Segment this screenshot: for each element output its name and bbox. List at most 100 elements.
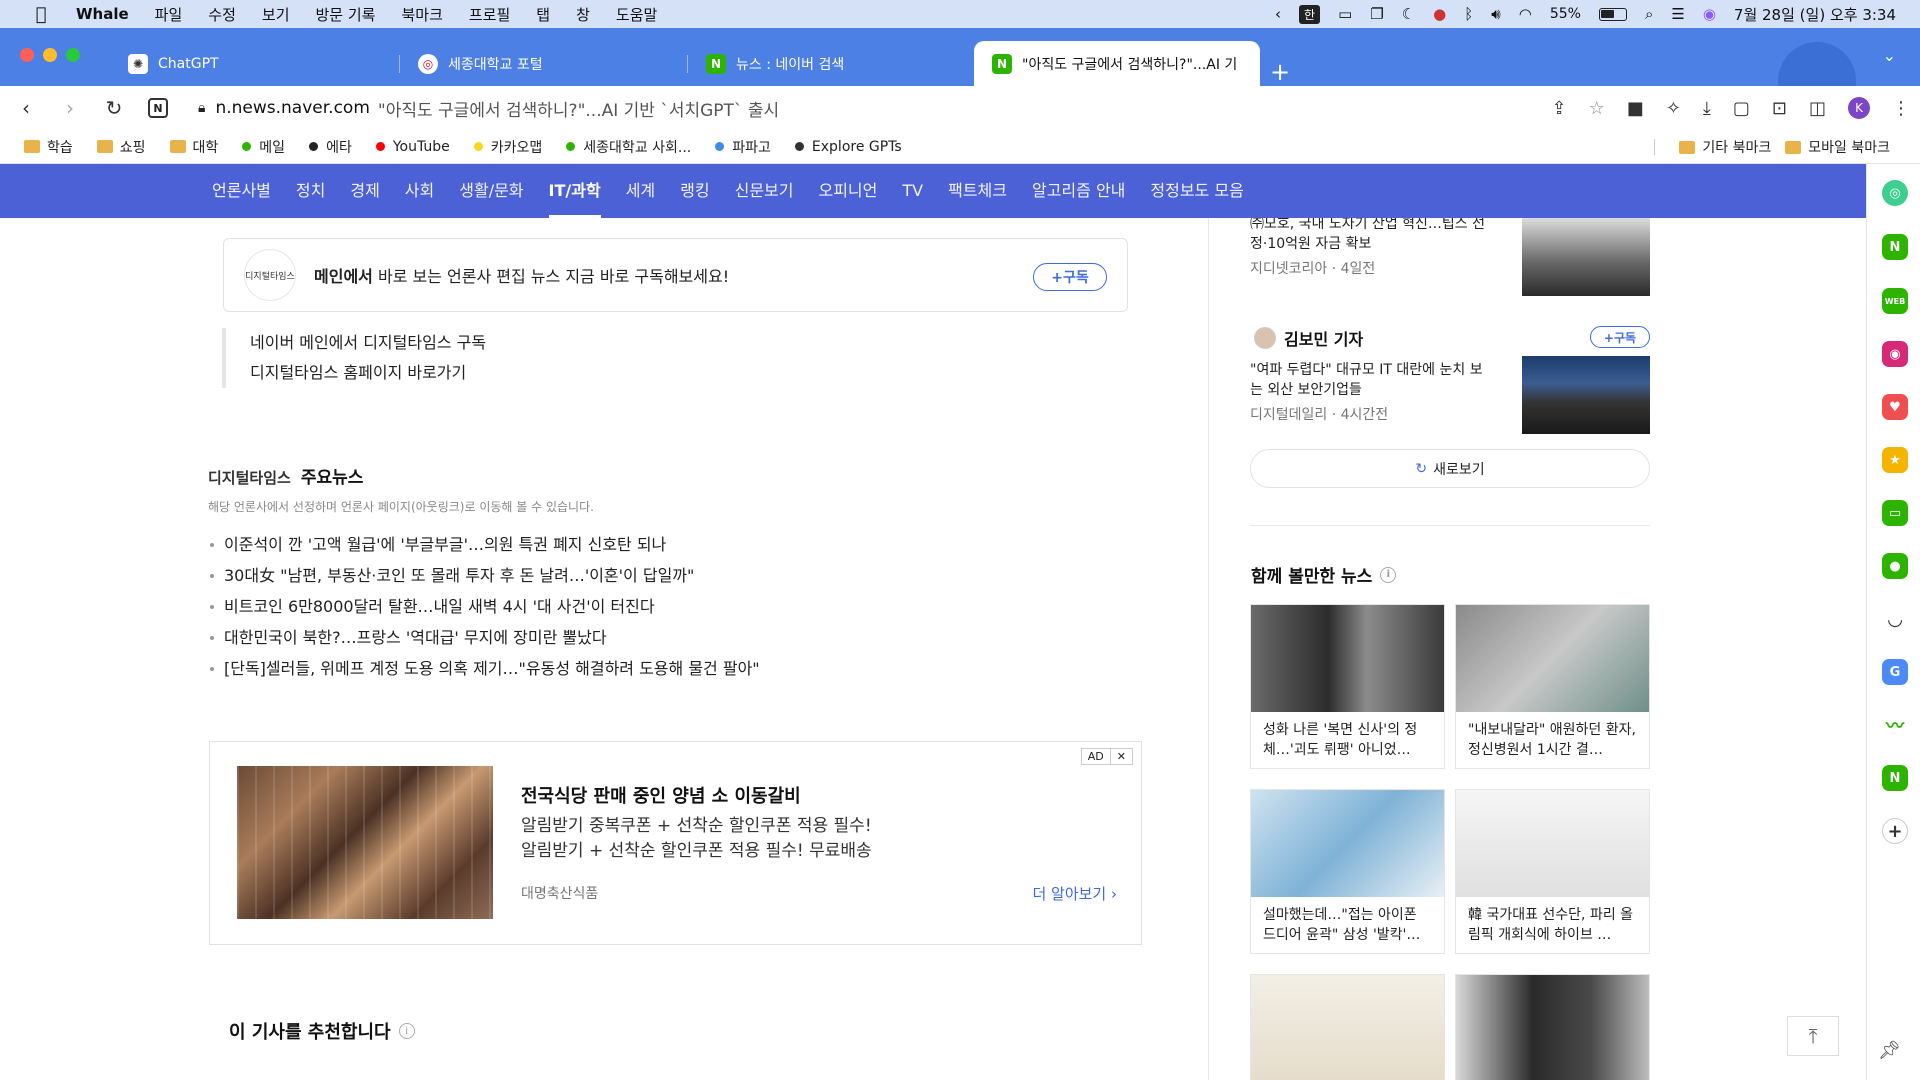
- menu-edit[interactable]: 수정: [208, 4, 236, 25]
- siri-icon[interactable]: ◉: [1703, 5, 1716, 23]
- menu-bookmarks[interactable]: 북마크: [401, 4, 442, 25]
- nav-press[interactable]: 언론사별: [212, 164, 271, 218]
- reporter-name[interactable]: 김보민 기자: [1284, 326, 1363, 350]
- refresh-button[interactable]: ↻ 새로보기: [1250, 449, 1650, 488]
- related-news-card[interactable]: "내보내달라" 애원하던 환자, 정신병원서 1시간 결…: [1455, 604, 1650, 769]
- ad-banner[interactable]: 전국식당 판매 중인 양념 소 이동갈비 알림받기 중복쿠폰 + 선착순 할인쿠…: [209, 741, 1142, 945]
- naver-home-icon[interactable]: N: [148, 98, 168, 118]
- video-icon[interactable]: ■: [1627, 98, 1644, 119]
- map-pin-icon[interactable]: ●: [1882, 553, 1908, 579]
- subscribe-button[interactable]: +구독: [1033, 263, 1107, 291]
- nav-politics[interactable]: 정치: [296, 164, 325, 218]
- ad-image[interactable]: [237, 766, 493, 919]
- bookmark-youtube[interactable]: YouTube: [375, 139, 450, 155]
- reporter-subscribe-button[interactable]: +구독: [1590, 326, 1650, 348]
- wallet-icon[interactable]: ▭: [1882, 500, 1908, 526]
- nav-algorithm[interactable]: 알고리즘 안내: [1032, 164, 1125, 218]
- pip-icon[interactable]: ▢: [1733, 98, 1750, 119]
- related-news-image[interactable]: [1456, 605, 1649, 712]
- right-news-card[interactable]: "여파 두렵다" 대규모 IT 대란에 눈치 보는 외산 보안기업들 디지털데일…: [1250, 356, 1650, 434]
- bookmark-explore-gpts[interactable]: Explore GPTs: [794, 139, 902, 155]
- right-news-title[interactable]: ㈜모호, 국내 도자기 산업 혁신…팁스 선정·10억원 자금 확보: [1250, 218, 1492, 254]
- menu-window[interactable]: 창: [576, 4, 590, 25]
- related-news-text[interactable]: 韓 국가대표 선수단, 파리 올림픽 개회식에 하이브 …: [1456, 897, 1649, 953]
- webtoon-icon[interactable]: WEB: [1882, 288, 1908, 314]
- scroll-top-button[interactable]: ⤒: [1787, 1016, 1839, 1056]
- minimize-window-button[interactable]: [43, 48, 57, 62]
- menu-app-whale[interactable]: Whale: [76, 5, 129, 23]
- back-button[interactable]: ‹: [4, 96, 48, 120]
- related-news-image[interactable]: [1456, 790, 1649, 897]
- favorites-icon[interactable]: ★: [1882, 447, 1908, 473]
- related-news-image[interactable]: [1251, 605, 1444, 712]
- press-link-subscribe[interactable]: 네이버 메인에서 디지털타임스 구독: [250, 328, 486, 358]
- bookmark-everytime[interactable]: 에타: [309, 137, 352, 157]
- nav-world[interactable]: 세계: [626, 164, 655, 218]
- close-window-button[interactable]: [20, 48, 34, 62]
- smile-icon[interactable]: ◡: [1882, 606, 1908, 632]
- nav-factcheck[interactable]: 팩트체크: [948, 164, 1007, 218]
- share-icon[interactable]: ⇪: [1552, 98, 1567, 119]
- right-news-title[interactable]: "여파 두렵다" 대규모 IT 대란에 눈치 보는 외산 보안기업들: [1250, 360, 1492, 400]
- moon-icon[interactable]: ☾: [1402, 5, 1415, 23]
- battery-icon[interactable]: [1598, 7, 1627, 21]
- reload-button[interactable]: ↻: [92, 96, 136, 120]
- menu-help[interactable]: 도움말: [616, 4, 657, 25]
- main-news-item[interactable]: 30대女 "남편, 부동산·코인 또 몰래 투자 후 돈 날려…'이혼'이 답일…: [208, 560, 760, 591]
- more-menu-icon[interactable]: ⋮: [1892, 98, 1910, 119]
- naver-icon[interactable]: N: [1882, 234, 1908, 260]
- ad-title[interactable]: 전국식당 판매 중인 양념 소 이동갈비: [521, 782, 801, 808]
- forward-button[interactable]: ›: [48, 96, 92, 120]
- menu-tab[interactable]: 탭: [536, 4, 550, 25]
- info-icon[interactable]: i: [398, 1023, 415, 1039]
- volume-icon[interactable]: 🔊︎: [1491, 5, 1500, 23]
- split-view-icon[interactable]: ◫: [1809, 98, 1826, 119]
- nav-ranking[interactable]: 랭킹: [680, 164, 709, 218]
- menu-file[interactable]: 파일: [155, 4, 183, 25]
- control-center-icon[interactable]: ☰: [1671, 5, 1684, 23]
- right-news-thumbnail[interactable]: [1522, 356, 1650, 434]
- related-news-image[interactable]: [1456, 975, 1649, 1080]
- chevron-left-icon[interactable]: ‹: [1275, 5, 1281, 23]
- tab-chatgpt[interactable]: ✺ ChatGPT: [110, 41, 400, 86]
- related-news-card[interactable]: 韓 국가대표 선수단, 파리 올림픽 개회식에 하이브 …: [1455, 789, 1650, 954]
- zoom-window-button[interactable]: [66, 48, 80, 62]
- related-news-card[interactable]: [1455, 974, 1650, 1080]
- search-icon[interactable]: ⌕: [1645, 5, 1653, 23]
- nav-society[interactable]: 사회: [405, 164, 434, 218]
- related-news-text[interactable]: "내보내달라" 애원하던 환자, 정신병원서 1시간 결…: [1456, 712, 1649, 768]
- extensions-icon[interactable]: ✧: [1666, 98, 1681, 119]
- bookmark-folder-other[interactable]: 기타 북마크: [1679, 137, 1771, 157]
- press-link-homepage[interactable]: 디지털타임스 홈페이지 바로가기: [250, 358, 486, 388]
- main-news-item[interactable]: 이준석이 깐 '고액 월급'에 '부글부글'…의원 특권 폐지 신호탄 되나: [208, 529, 760, 560]
- profile-avatar[interactable]: K: [1848, 97, 1870, 119]
- nav-economy[interactable]: 경제: [350, 164, 379, 218]
- bookmark-folder-university[interactable]: 대학: [169, 137, 218, 157]
- nav-corrections[interactable]: 정정보도 모음: [1150, 164, 1243, 218]
- wifi-icon[interactable]: ◠: [1519, 5, 1532, 23]
- menu-history[interactable]: 방문 기록: [316, 4, 376, 25]
- main-news-item[interactable]: 대한민국이 북한?…프랑스 '역대급' 무지에 장미란 뿔났다: [208, 622, 760, 653]
- menubar-clock[interactable]: 7월 28일 (일) 오후 3:34: [1734, 4, 1896, 25]
- stock-chart-icon[interactable]: 〰: [1882, 712, 1908, 738]
- url-field[interactable]: 🔒︎ n.news.naver.com "아직도 구글에서 검색하니?"...A…: [198, 96, 779, 121]
- related-news-card[interactable]: 성화 나른 '복면 신사'의 정체…'괴도 뤼팽' 아니었…: [1250, 604, 1445, 769]
- reporter-header[interactable]: 김보민 기자: [1254, 326, 1363, 350]
- window-stack-icon[interactable]: ❐: [1370, 5, 1383, 23]
- bookmark-star-icon[interactable]: ☆: [1589, 98, 1605, 119]
- nav-tv[interactable]: TV: [902, 164, 923, 218]
- pocket-icon[interactable]: ♥: [1882, 394, 1908, 420]
- ad-more-link[interactable]: 더 알아보기 ›: [1032, 883, 1117, 904]
- bookmark-folder-mobile[interactable]: 모바일 북마크: [1785, 137, 1890, 157]
- menu-profile[interactable]: 프로필: [469, 4, 510, 25]
- tab-naver-search[interactable]: N 뉴스 : 네이버 검색: [688, 41, 974, 86]
- download-icon[interactable]: ⤓: [1703, 98, 1711, 119]
- pin-icon[interactable]: 📌︎: [1878, 1040, 1901, 1061]
- whale-space-icon[interactable]: ◎: [1882, 180, 1908, 206]
- bookmark-folder-shopping[interactable]: 쇼핑: [96, 137, 146, 157]
- add-icon[interactable]: +: [1882, 818, 1908, 844]
- tab-sejong-portal[interactable]: ◎ 세종대학교 포털: [400, 41, 688, 86]
- tab-active-article[interactable]: N "아직도 구글에서 검색하니?"...AI 기: [974, 41, 1260, 86]
- related-news-image[interactable]: [1251, 790, 1444, 897]
- nav-newspaper[interactable]: 신문보기: [735, 164, 794, 218]
